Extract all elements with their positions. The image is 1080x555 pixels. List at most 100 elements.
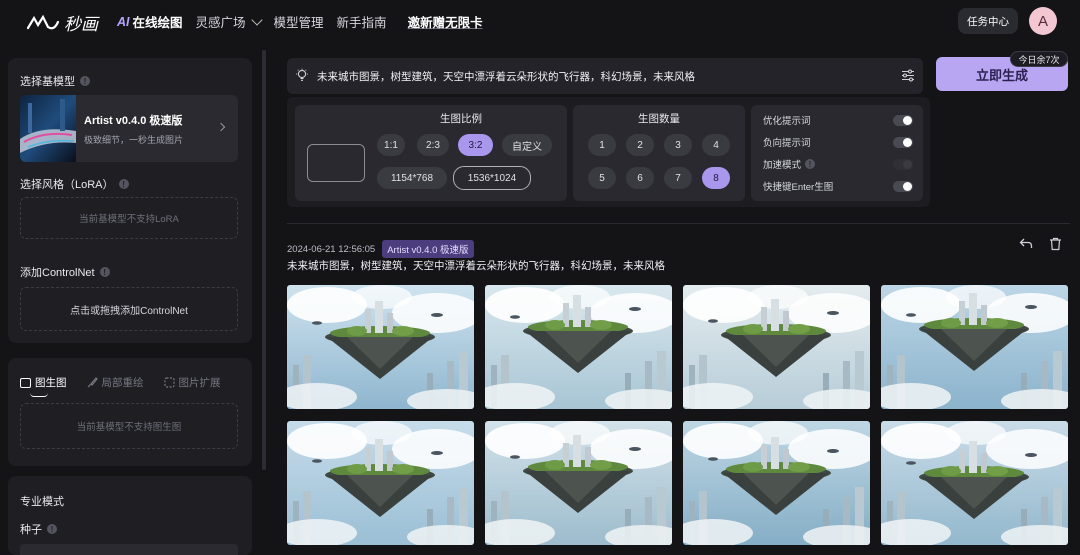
prompt-text[interactable]: 未来城市图景，树型建筑，天空中漂浮着云朵形状的飞行器，科幻场景，未来风格 [317,69,695,84]
toggle-label: 快捷键Enter生图 [763,182,834,193]
chevron-right-icon [216,122,226,132]
chevron-down-icon [250,14,263,26]
accelerate-toggle[interactable] [893,158,913,170]
bulb-icon[interactable] [295,68,309,82]
size-option[interactable]: 1154*768 [377,167,447,189]
model-info: Artist v0.4.0 极速版 极致细节，一秒生成图片 [84,112,183,146]
count-option[interactable]: 5 [588,167,616,189]
logo-mark-icon [26,14,60,29]
toggle-row-enter: 快捷键Enter生图 [763,179,913,193]
base-model-title: 选择基模型 ! [20,73,90,89]
generated-image[interactable] [485,285,672,409]
main-nav: AI 在线绘图 灵感广场 模型管理 新手指南 邀新赠无限卡 [117,12,496,31]
count-option[interactable]: 3 [664,134,692,156]
ratio-option[interactable]: 2:3 [417,134,449,156]
nav-label: 邀新赠无限卡 [407,16,483,30]
tab-inpaint[interactable]: 局部重绘 [87,375,144,390]
tab-img2img[interactable]: 图生图 [20,375,67,397]
info-icon[interactable]: ! [118,179,129,189]
info-icon[interactable]: ! [805,159,816,169]
nav-label: 新手指南 [336,16,387,30]
generated-image[interactable] [683,285,870,409]
tab-label: 图生图 [35,377,67,389]
pro-mode-title: 专业模式 [20,496,64,508]
count-box: 生图数量 1 2 3 4 5 6 7 8 [573,105,745,201]
toggle-label: 优化提示词 [763,116,811,127]
toggles-box: 优化提示词 负向提示词 加速模式 ! 快捷键Enter生图 [751,105,923,201]
undo-icon[interactable] [1019,237,1033,251]
controlnet-dropzone[interactable]: 点击或拖拽添加ControlNet [20,287,238,331]
trash-icon[interactable] [1049,237,1062,251]
result-timestamp: 2024-06-21 12:56:05 [287,243,376,255]
generated-image[interactable] [287,421,474,545]
info-icon[interactable]: ! [47,524,57,534]
sidebar: 选择基模型 ! Artist v0.4.0 极速版 极致细节，一秒生成图片 选择… [8,58,252,555]
count-option[interactable]: 6 [626,167,654,189]
settings-panel: 生图比例 1:1 2:3 3:2 自定义 1154*768 1536*1024 … [287,97,930,207]
brush-icon [87,377,98,388]
expand-icon [163,377,175,388]
avatar[interactable]: A [1029,7,1057,35]
count-option[interactable]: 4 [702,134,730,156]
model-desc: 极致细节，一秒生成图片 [84,134,184,145]
sliders-icon[interactable] [901,69,915,82]
count-option[interactable]: 1 [588,134,616,156]
negative-prompt-toggle[interactable] [893,136,913,148]
tab-outpaint[interactable]: 图片扩展 [163,375,221,390]
toggle-row-accelerate: 加速模式 ! [763,157,913,171]
lora-empty-box: 当前基模型不支持LoRA [20,197,238,239]
image-icon [20,377,31,388]
ratio-option-selected[interactable]: 3:2 [458,134,493,156]
ratio-preview [307,144,365,182]
generated-image[interactable] [881,285,1068,409]
nav-online-draw[interactable]: AI 在线绘图 [117,12,183,31]
lora-title: 选择风格（LoRA） ! [20,176,129,192]
app-logo[interactable]: 秒画 [26,10,98,35]
remaining-badge: 今日余7次 [1010,51,1068,67]
task-center-button[interactable]: 任务中心 [958,8,1018,34]
toggle-label: 负向提示词 [763,138,811,149]
ratio-option-custom[interactable]: 自定义 [502,134,552,156]
top-nav-bar: 秒画 AI 在线绘图 灵感广场 模型管理 新手指南 邀新赠无限卡 任务中心 A [0,0,1080,42]
info-icon[interactable]: ! [80,76,90,86]
img2img-empty-box: 当前基模型不支持图生图 [20,403,238,449]
seed-title: 种子 ! [20,521,57,537]
model-select-card[interactable]: Artist v0.4.0 极速版 极致细节，一秒生成图片 [20,95,238,162]
img-tabs: 图生图 局部重绘 图片扩展 [20,375,240,397]
nav-invite-promo[interactable]: 邀新赠无限卡 [408,12,483,31]
section-title-text: 种子 [20,524,42,536]
result-meta: 2024-06-21 12:56:05 Artist v0.4.0 极速版 [287,240,474,258]
nav-inspiration[interactable]: 灵感广场 [195,12,263,31]
prompt-input-bar[interactable]: 未来城市图景，树型建筑，天空中漂浮着云朵形状的飞行器，科幻场景，未来风格 [287,58,923,94]
tab-label: 局部重绘 [101,377,144,389]
nav-ai-prefix: AI [117,14,130,29]
enter-shortcut-toggle[interactable] [893,180,913,192]
size-option-selected[interactable]: 1536*1024 [453,166,531,190]
nav-label: 灵感广场 [195,16,246,30]
pro-mode-panel: 专业模式 种子 ! [8,476,252,555]
result-prompt[interactable]: 未来城市图景，树型建筑，天空中漂浮着云朵形状的飞行器，科幻场景，未来风格 [287,258,665,273]
optimize-prompt-toggle[interactable] [893,114,913,126]
count-option-selected[interactable]: 8 [702,167,730,189]
nav-model-manage[interactable]: 模型管理 [274,12,324,31]
divider [287,223,1070,224]
model-name: Artist v0.4.0 极速版 [84,114,183,127]
info-icon[interactable]: ! [99,267,110,277]
model-thumbnail [20,95,76,162]
generated-image[interactable] [287,285,474,409]
seed-input[interactable] [20,544,238,555]
count-option[interactable]: 2 [626,134,654,156]
sidebar-scrollbar[interactable] [262,50,266,470]
section-title-text: 添加ControlNet [20,267,95,279]
generated-image[interactable] [881,421,1068,545]
nav-guide[interactable]: 新手指南 [337,12,387,31]
tab-label: 图片扩展 [178,377,221,389]
toggle-row-negative: 负向提示词 [763,135,913,149]
ratio-option[interactable]: 1:1 [377,134,405,156]
count-option[interactable]: 7 [664,167,692,189]
nav-label: 在线绘图 [132,16,183,30]
generated-image[interactable] [683,421,870,545]
section-title-text: 选择风格（LoRA） [20,179,114,191]
generated-image[interactable] [485,421,672,545]
ratio-box: 生图比例 1:1 2:3 3:2 自定义 1154*768 1536*1024 [295,105,567,201]
